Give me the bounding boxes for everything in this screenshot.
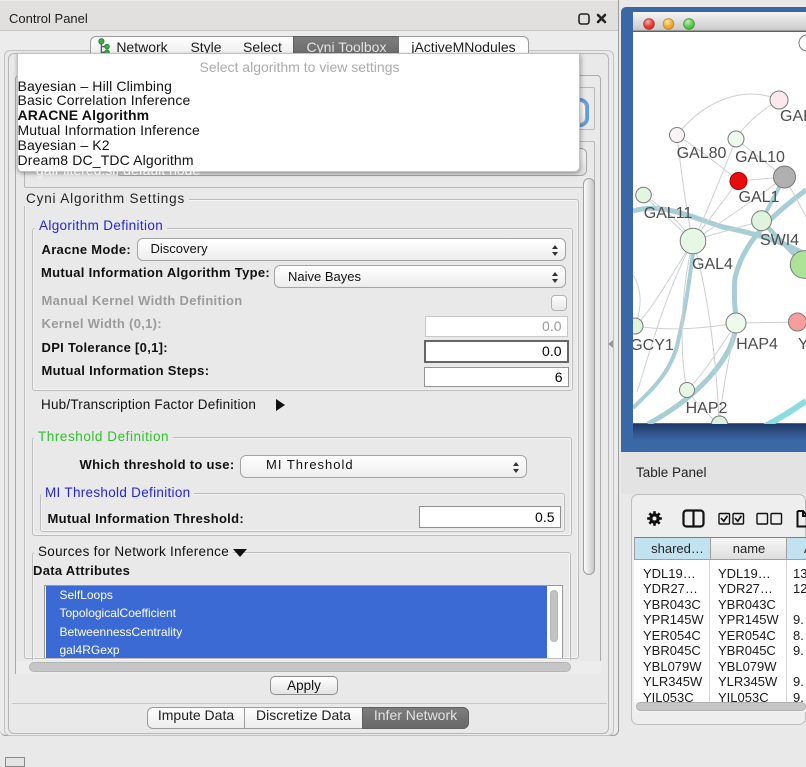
svg-text:YJ: YJ bbox=[798, 336, 806, 353]
svg-text:HAP4: HAP4 bbox=[736, 336, 778, 353]
svg-text:GAL7: GAL7 bbox=[780, 108, 806, 125]
svg-text:GAL4: GAL4 bbox=[692, 256, 733, 273]
svg-text:GAL11: GAL11 bbox=[644, 205, 693, 222]
svg-text:GAL80: GAL80 bbox=[677, 145, 727, 162]
svg-text:HAP2: HAP2 bbox=[686, 400, 728, 417]
svg-text:GAL1: GAL1 bbox=[739, 189, 780, 206]
svg-text:GCY1: GCY1 bbox=[633, 337, 674, 354]
svg-text:SWI4: SWI4 bbox=[760, 232, 799, 249]
svg-text:GAL10: GAL10 bbox=[735, 149, 785, 166]
